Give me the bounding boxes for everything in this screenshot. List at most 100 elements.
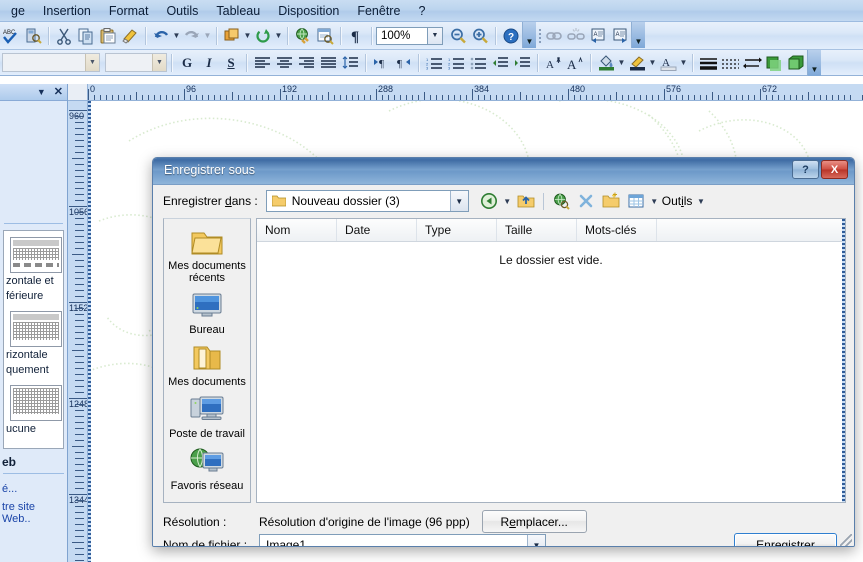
back-navigation-icon[interactable]: [478, 190, 500, 212]
zoom-out-icon[interactable]: [447, 25, 469, 47]
zoom-input[interactable]: 100%: [376, 26, 428, 45]
font-color-dropdown-icon[interactable]: ▼: [679, 58, 688, 67]
up-one-level-icon[interactable]: [515, 190, 537, 212]
style-combo[interactable]: ▼: [2, 53, 100, 72]
nav-bar-option-2[interactable]: rizontale quement: [4, 311, 63, 377]
zoom-dropdown-icon[interactable]: ▼: [428, 26, 443, 45]
redo-icon[interactable]: [181, 25, 203, 47]
font-color-icon[interactable]: A: [657, 52, 679, 74]
canvas-vertical-scrollbar[interactable]: [88, 101, 91, 562]
increase-font-icon[interactable]: A: [564, 52, 586, 74]
place-desktop[interactable]: Bureau: [164, 288, 250, 336]
decrease-font-icon[interactable]: A: [542, 52, 564, 74]
italic-button[interactable]: I: [198, 52, 220, 74]
align-center-icon[interactable]: [273, 52, 295, 74]
replace-button[interactable]: Remplacer...: [481, 510, 587, 533]
align-justify-icon[interactable]: [317, 52, 339, 74]
look-in-combo[interactable]: Nouveau dossier (3) ▼: [265, 190, 469, 212]
toolbar-overflow-button[interactable]: ▼: [522, 22, 536, 48]
help-button[interactable]: ?: [792, 160, 819, 179]
undo-dropdown-icon[interactable]: ▼: [172, 31, 181, 40]
place-network[interactable]: Favoris réseau: [164, 444, 250, 492]
formatting-toolbar-overflow-button[interactable]: ▼: [807, 50, 821, 76]
arrow-style-icon[interactable]: [741, 52, 763, 74]
file-list-scrollbar[interactable]: [842, 219, 845, 502]
close-icon[interactable]: ✕: [54, 87, 63, 98]
chevron-down-icon[interactable]: ▼: [152, 54, 166, 71]
save-button[interactable]: Enregistrer: [734, 533, 837, 546]
menu-item-insertion[interactable]: Insertion: [34, 1, 100, 21]
cut-icon[interactable]: [53, 25, 75, 47]
menu-item-format[interactable]: Format: [100, 1, 158, 21]
column-header-mots-cles[interactable]: Mots-clés: [577, 219, 657, 241]
menu-item-help[interactable]: ?: [409, 1, 434, 21]
3d-style-icon[interactable]: [785, 52, 807, 74]
underline-button[interactable]: S: [220, 52, 242, 74]
copy-icon[interactable]: [75, 25, 97, 47]
toolbar-overflow-button-2[interactable]: ▼: [631, 22, 645, 48]
refresh-dropdown-icon[interactable]: ▼: [274, 31, 283, 40]
paragraph-marks-icon[interactable]: ¶: [345, 25, 367, 47]
chevron-down-icon[interactable]: ▼: [37, 87, 46, 97]
rtl-text-icon[interactable]: ¶: [392, 52, 414, 74]
toolbar-gripper[interactable]: [536, 25, 543, 47]
line-spacing-icon[interactable]: [339, 52, 361, 74]
zoom-in-icon[interactable]: [469, 25, 491, 47]
format-painter-icon[interactable]: [119, 25, 141, 47]
column-header-taille[interactable]: Taille: [497, 219, 577, 241]
numbered-list-icon[interactable]: 123: [423, 52, 445, 74]
align-right-icon[interactable]: [295, 52, 317, 74]
line-style-icon[interactable]: [697, 52, 719, 74]
highlight-color-icon[interactable]: [626, 52, 648, 74]
vertical-ruler[interactable]: 960 1056 1152 1248 1344: [68, 101, 88, 562]
paste-icon[interactable]: [97, 25, 119, 47]
task-pane-link-1[interactable]: é...: [0, 480, 67, 498]
nav-bar-option-3[interactable]: ucune: [4, 385, 63, 436]
web-preview-icon[interactable]: [314, 25, 336, 47]
hyperlink-globe-icon[interactable]: [292, 25, 314, 47]
menu-item-disposition[interactable]: Disposition: [269, 1, 348, 21]
resize-grip[interactable]: [840, 534, 852, 546]
task-pane-link-2[interactable]: tre site Web..: [0, 498, 67, 528]
file-list[interactable]: Nom Date Type Taille Mots-clés Le dossie…: [256, 218, 846, 503]
undo-icon[interactable]: [150, 25, 172, 47]
ltr-text-icon[interactable]: ¶: [370, 52, 392, 74]
spellcheck-icon[interactable]: ABC: [0, 25, 22, 47]
place-recent-documents[interactable]: Mes documents récents: [164, 224, 250, 284]
align-left-icon[interactable]: [251, 52, 273, 74]
text-box-next-icon[interactable]: A: [609, 25, 631, 47]
insert-object-icon[interactable]: [221, 25, 243, 47]
horizontal-ruler[interactable]: 0 96 192 288 384 480 576 672: [88, 84, 863, 101]
file-name-input[interactable]: Image1 ▼: [259, 534, 546, 546]
highlight-color-dropdown-icon[interactable]: ▼: [648, 58, 657, 67]
column-header-type[interactable]: Type: [417, 219, 497, 241]
fill-color-icon[interactable]: [595, 52, 617, 74]
chevron-down-icon[interactable]: ▼: [449, 191, 468, 211]
menu-item-ge[interactable]: ge: [2, 1, 34, 21]
chevron-down-icon[interactable]: ▼: [85, 54, 99, 71]
dialog-title-bar[interactable]: Enregistrer sous ? X: [153, 158, 854, 185]
bold-button[interactable]: G: [176, 52, 198, 74]
dash-style-icon[interactable]: [719, 52, 741, 74]
refresh-icon[interactable]: [252, 25, 274, 47]
column-header-date[interactable]: Date: [337, 219, 417, 241]
back-dropdown-icon[interactable]: ▼: [503, 197, 512, 206]
tools-menu[interactable]: Outils ▼: [662, 194, 706, 208]
nav-bar-option-1[interactable]: zontale et férieure: [4, 237, 63, 303]
bulleted-list-icon[interactable]: [467, 52, 489, 74]
place-my-computer[interactable]: Poste de travail: [164, 392, 250, 440]
create-new-folder-icon[interactable]: [600, 190, 622, 212]
menu-item-fenetre[interactable]: Fenêtre: [348, 1, 409, 21]
fill-color-dropdown-icon[interactable]: ▼: [617, 58, 626, 67]
numbered-list-2-icon[interactable]: 123: [445, 52, 467, 74]
text-box-previous-icon[interactable]: A: [587, 25, 609, 47]
search-the-web-icon[interactable]: [550, 190, 572, 212]
menu-item-outils[interactable]: Outils: [157, 1, 207, 21]
increase-indent-icon[interactable]: [511, 52, 533, 74]
insert-object-dropdown-icon[interactable]: ▼: [243, 31, 252, 40]
place-my-documents[interactable]: Mes documents: [164, 340, 250, 388]
font-combo[interactable]: ▼: [105, 53, 167, 72]
delete-icon[interactable]: [575, 190, 597, 212]
shadow-style-icon[interactable]: [763, 52, 785, 74]
chevron-down-icon[interactable]: ▼: [696, 197, 705, 206]
